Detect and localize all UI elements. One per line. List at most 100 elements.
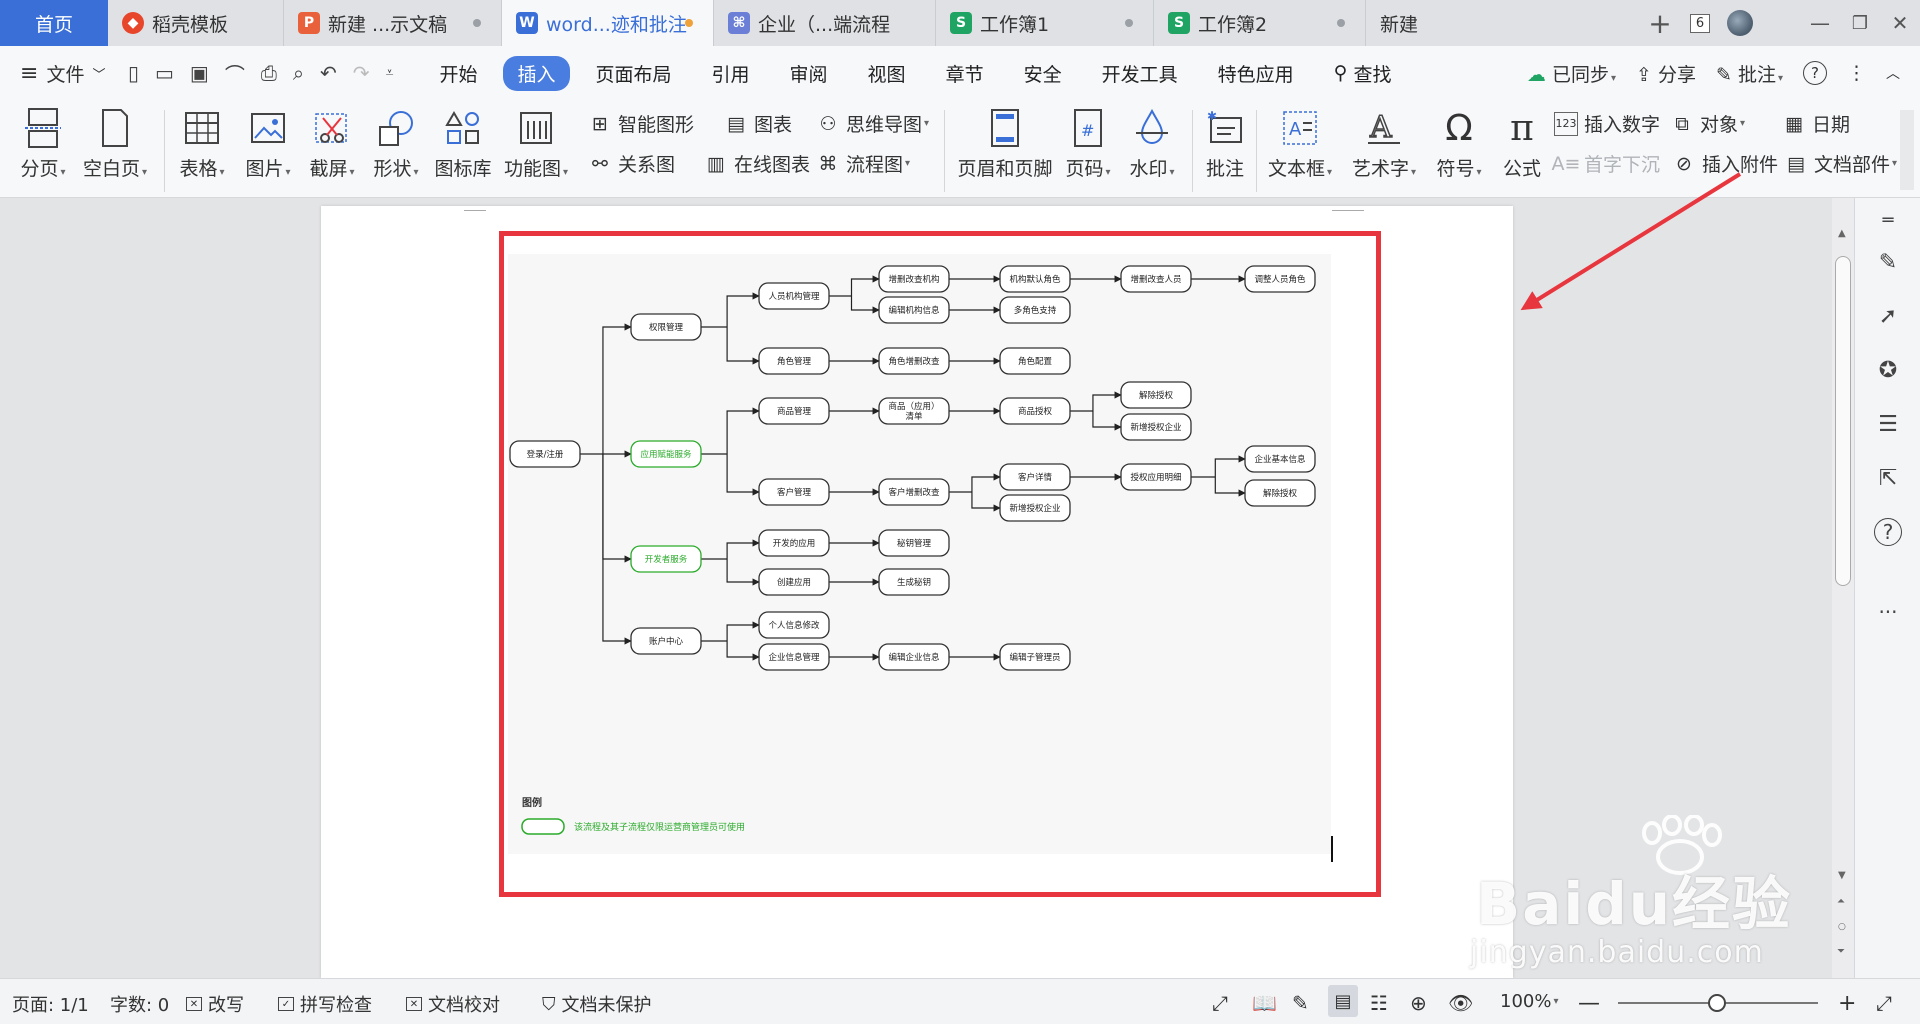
- format-painter-icon[interactable]: ⌒: [225, 59, 245, 88]
- function-chart-button[interactable]: 功能图 ▾: [502, 100, 570, 181]
- protection-status[interactable]: ⛉ 文档未保护: [542, 991, 652, 1017]
- word-count[interactable]: 字数: 0: [110, 991, 169, 1017]
- date-button[interactable]: ▦ 日期: [1782, 110, 1850, 137]
- textbox-button[interactable]: A 文本框 ▾: [1264, 100, 1336, 181]
- menu-insert[interactable]: 插入: [503, 55, 570, 91]
- outline-view-icon[interactable]: ☷: [1370, 991, 1388, 1015]
- fullscreen-icon[interactable]: ⤢: [1212, 991, 1228, 1015]
- reading-mode-icon[interactable]: 📖: [1252, 991, 1277, 1015]
- flowchart-image[interactable]: 登录/注册 权限管理 应用赋能服务 开发者服务 账户中心 人员机构管理 角色管理 商品管理 客户…: [508, 254, 1331, 854]
- blank-page-button[interactable]: 空白页 ▾: [82, 100, 148, 181]
- page-indicator[interactable]: 页面: 1/1: [12, 991, 89, 1017]
- tab-docer-templates[interactable]: ◆ 稻壳模板: [108, 0, 284, 46]
- page-view-icon[interactable]: ▤: [1328, 985, 1358, 1017]
- wordart-button[interactable]: A 艺术字 ▾: [1348, 100, 1420, 181]
- smart-graphic-button[interactable]: ⊞ 智能图形: [588, 110, 694, 137]
- save-icon[interactable]: ▣: [190, 61, 209, 85]
- menu-developer[interactable]: 开发工具: [1088, 56, 1192, 91]
- scroll-down-icon[interactable]: ▼: [1838, 870, 1846, 881]
- help-icon[interactable]: ?: [1803, 61, 1827, 85]
- close-icon[interactable]: ✕: [1880, 0, 1920, 46]
- overwrite-toggle[interactable]: ✕ 改写: [186, 991, 244, 1017]
- menu-review[interactable]: 审阅: [776, 56, 842, 91]
- screenshot-button[interactable]: 截屏 ▾: [304, 100, 360, 181]
- tab-new[interactable]: 新建: [1366, 0, 1584, 46]
- select-browse-object-icon[interactable]: ○: [1838, 922, 1846, 932]
- collapse-ribbon-icon[interactable]: ︿: [1886, 63, 1900, 83]
- picture-button[interactable]: 图片 ▾: [240, 100, 296, 181]
- dropcap-button[interactable]: A≡ 首字下沉: [1552, 150, 1660, 177]
- comment-button[interactable]: ✱ 批注: [1200, 100, 1250, 181]
- share-export-icon[interactable]: ⇱: [1874, 464, 1902, 492]
- online-chart-button[interactable]: ▥ 在线图表: [704, 150, 810, 177]
- file-menu[interactable]: ≡ 文件 ﹀: [0, 46, 120, 100]
- page-break-button[interactable]: 分页 ▾: [14, 100, 72, 181]
- attachment-button[interactable]: ⊘ 插入附件: [1672, 150, 1778, 177]
- menu-home[interactable]: 开始: [425, 56, 491, 91]
- more-options-icon[interactable]: ···: [1874, 598, 1902, 626]
- shape-button[interactable]: 形状 ▾: [368, 100, 424, 181]
- restore-icon[interactable]: ❐: [1840, 0, 1880, 46]
- tab-flowchart[interactable]: ⌘ 企业（...端流程: [714, 0, 936, 46]
- minimize-icon[interactable]: —: [1800, 0, 1840, 46]
- menu-page-layout[interactable]: 页面布局: [582, 56, 686, 91]
- chart-button[interactable]: ▤ 图表: [724, 110, 792, 137]
- ribbon-scroll[interactable]: [1900, 110, 1914, 190]
- icon-library-button[interactable]: 图标库: [432, 100, 494, 181]
- tab-home[interactable]: 首页: [0, 0, 108, 46]
- zoom-in-icon[interactable]: +: [1838, 991, 1856, 1016]
- scrollbar-thumb[interactable]: [1835, 256, 1851, 586]
- print-icon[interactable]: ⎙: [261, 61, 277, 85]
- print-preview-icon[interactable]: ⌕: [293, 61, 304, 85]
- doc-parts-button[interactable]: ▤ 文档部件 ▾: [1784, 150, 1897, 177]
- badge-icon[interactable]: ✪: [1874, 356, 1902, 384]
- relation-chart-button[interactable]: ⚯ 关系图: [588, 150, 675, 177]
- cursor-select-icon[interactable]: ➚: [1874, 302, 1902, 330]
- window-count[interactable]: 6: [1680, 0, 1720, 46]
- header-footer-button[interactable]: 页眉和页脚: [956, 100, 1054, 181]
- tab-word-document[interactable]: W word...迹和批注: [502, 0, 714, 46]
- spellcheck-toggle[interactable]: ✓ 拼写检查: [278, 991, 372, 1017]
- vertical-scrollbar[interactable]: ▲ ▼ ⏶ ○ ⏷: [1832, 198, 1854, 978]
- next-page-icon[interactable]: ⏷: [1837, 946, 1845, 957]
- search-button[interactable]: ⚲ 查找: [1320, 56, 1406, 91]
- avatar[interactable]: [1720, 0, 1760, 46]
- zoom-slider-thumb[interactable]: [1708, 994, 1726, 1012]
- menu-section[interactable]: 章节: [932, 56, 998, 91]
- table-button[interactable]: 表格 ▾: [174, 100, 230, 181]
- proofread-button[interactable]: ✕ 文档校对: [406, 991, 500, 1017]
- menu-view[interactable]: 视图: [854, 56, 920, 91]
- fit-window-icon[interactable]: ⤢: [1876, 991, 1892, 1015]
- share-button[interactable]: ⇪ 分享: [1636, 60, 1696, 87]
- watermark-button[interactable]: 水印 ▾: [1124, 100, 1180, 181]
- mindmap-button[interactable]: ⚇ 思维导图 ▾: [816, 110, 929, 137]
- more-icon[interactable]: ⋮: [1847, 62, 1866, 84]
- formula-button[interactable]: π 公式: [1496, 100, 1548, 181]
- undo-icon[interactable]: ↶: [320, 61, 337, 85]
- edit-mode-icon[interactable]: ✎: [1292, 991, 1309, 1015]
- sidebar-collapse-icon[interactable]: ═: [1874, 206, 1902, 234]
- customize-icon[interactable]: ⩡: [386, 65, 394, 81]
- new-doc-icon[interactable]: ▯: [128, 61, 139, 85]
- menu-security[interactable]: 安全: [1010, 56, 1076, 91]
- menu-references[interactable]: 引用: [698, 56, 764, 91]
- symbol-button[interactable]: Ω 符号 ▾: [1430, 100, 1488, 181]
- zoom-out-icon[interactable]: —: [1578, 991, 1600, 1016]
- comment-menu-button[interactable]: ✎ 批注 ▾: [1716, 60, 1783, 87]
- help-circle-icon[interactable]: ?: [1874, 518, 1902, 546]
- page-number-button[interactable]: # 页码 ▾: [1060, 100, 1116, 181]
- scroll-up-icon[interactable]: ▲: [1838, 228, 1846, 239]
- zoom-level[interactable]: 100% ▾: [1500, 991, 1559, 1012]
- eye-protection-icon[interactable]: 👁: [1448, 991, 1473, 1015]
- sync-button[interactable]: ☁ 已同步 ▾: [1527, 60, 1616, 87]
- flowchart-button[interactable]: ⌘ 流程图 ▾: [816, 150, 911, 177]
- menu-features[interactable]: 特色应用: [1204, 56, 1308, 91]
- settings-sliders-icon[interactable]: ☰: [1874, 410, 1902, 438]
- insert-number-button[interactable]: 123 插入数字: [1554, 110, 1660, 137]
- pen-edit-icon[interactable]: ✎: [1874, 248, 1902, 276]
- new-tab-plus-icon[interactable]: +: [1640, 0, 1680, 46]
- tab-workbook-1[interactable]: S 工作簿1: [936, 0, 1154, 46]
- prev-page-icon[interactable]: ⏶: [1837, 896, 1845, 907]
- tab-workbook-2[interactable]: S 工作簿2: [1154, 0, 1366, 46]
- tab-presentation[interactable]: P 新建 ...示文稿: [284, 0, 502, 46]
